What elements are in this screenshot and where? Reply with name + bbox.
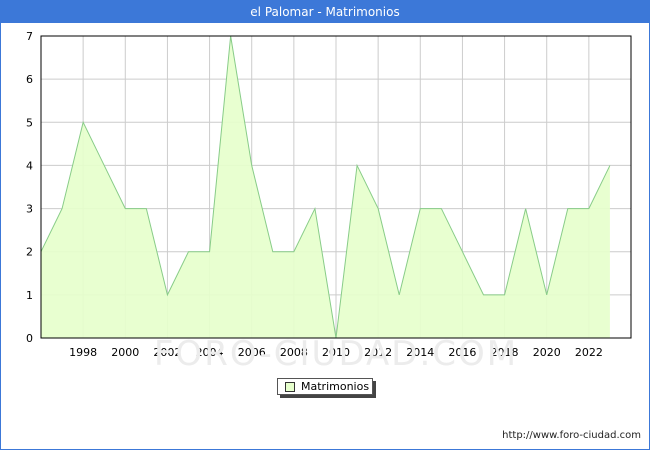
data-point bbox=[419, 207, 422, 210]
data-point bbox=[187, 250, 190, 253]
data-point bbox=[608, 164, 611, 167]
y-tick-label: 1 bbox=[26, 289, 33, 302]
data-point bbox=[545, 293, 548, 296]
x-tick-label: 2022 bbox=[575, 346, 603, 359]
data-point bbox=[208, 250, 211, 253]
data-point bbox=[166, 293, 169, 296]
x-tick-label: 2020 bbox=[533, 346, 561, 359]
chart-frame: el Palomar - Matrimonios 0 1 2 3 4 5 6 7 1998 200… bbox=[0, 0, 650, 450]
data-point bbox=[377, 207, 380, 210]
data-point bbox=[398, 293, 401, 296]
y-tick-label: 5 bbox=[26, 116, 33, 129]
y-tick-label: 3 bbox=[26, 203, 33, 216]
data-point bbox=[503, 293, 506, 296]
data-point bbox=[356, 164, 359, 167]
y-tick-label: 4 bbox=[26, 159, 33, 172]
y-tick-label: 6 bbox=[26, 73, 33, 86]
data-point bbox=[461, 250, 464, 253]
data-point bbox=[250, 164, 253, 167]
data-point bbox=[145, 207, 148, 210]
data-point bbox=[313, 207, 316, 210]
data-point bbox=[566, 207, 569, 210]
y-tick-label: 2 bbox=[26, 246, 33, 259]
footer-url: http://www.foro-ciudad.com bbox=[502, 430, 641, 441]
data-point bbox=[61, 207, 64, 210]
data-point bbox=[524, 207, 527, 210]
data-point bbox=[82, 121, 85, 124]
y-tick-label: 7 bbox=[26, 30, 33, 43]
legend-swatch bbox=[285, 381, 295, 392]
x-tick-label: 1998 bbox=[69, 346, 97, 359]
data-point bbox=[292, 250, 295, 253]
data-point bbox=[587, 207, 590, 210]
data-point bbox=[440, 207, 443, 210]
legend: Matrimonios bbox=[277, 378, 373, 395]
y-tick-label: 0 bbox=[26, 332, 33, 345]
x-tick-label: 2000 bbox=[111, 346, 139, 359]
watermark: FORO-CIUDAD.COM bbox=[154, 334, 518, 374]
data-point bbox=[482, 293, 485, 296]
data-point bbox=[271, 250, 274, 253]
legend-label: Matrimonios bbox=[301, 380, 370, 393]
data-point bbox=[124, 207, 127, 210]
data-point bbox=[103, 164, 106, 167]
